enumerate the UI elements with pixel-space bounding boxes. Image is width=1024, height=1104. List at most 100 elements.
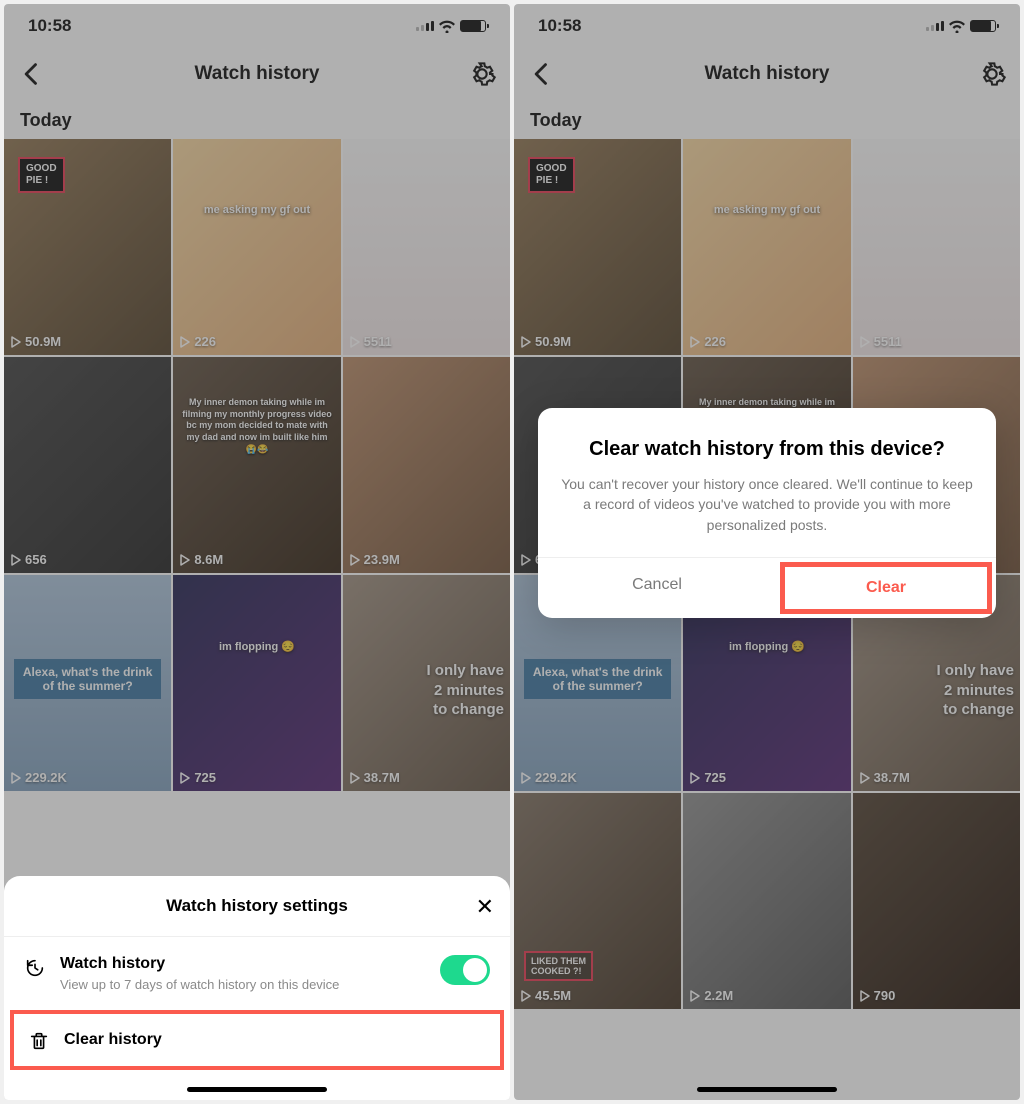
view-count: 790 [859,988,896,1003]
dialog-body-text: You can't recover your history once clea… [560,474,974,535]
page-title: Watch history [705,63,830,85]
video-grid: GOOD PIE !50.9M me asking my gf out 226 551… [4,139,510,791]
play-icon [179,554,191,566]
home-indicator[interactable] [187,1087,327,1092]
clear-history-row[interactable]: Clear history [10,1010,504,1070]
video-tile[interactable]: 23.9M [343,357,510,573]
tile-caption: im flopping 😔 [700,640,834,653]
section-today: Today [4,100,510,139]
home-indicator[interactable] [697,1087,837,1092]
confirm-dialog: Clear watch history from this device? Yo… [538,408,996,618]
tile-badge: GOOD PIE ! [18,157,65,193]
dialog-title: Clear watch history from this device? [560,436,974,462]
status-time: 10:58 [28,16,71,36]
video-tile[interactable]: im flopping 😔 725 [173,575,340,791]
wifi-icon [948,19,966,33]
watch-history-toggle[interactable] [440,955,490,985]
view-count: 2.2M [689,988,733,1003]
video-tile[interactable]: I only have 2 minutes to change 38.7M [343,575,510,791]
video-tile[interactable]: GOOD PIE !50.9M [4,139,171,355]
play-icon [689,990,701,1002]
view-count: 38.7M [859,770,910,785]
video-tile[interactable]: 5511 [853,139,1020,355]
video-tile[interactable]: me asking my gf out 226 [173,139,340,355]
tile-caption: I only have 2 minutes to change [426,661,504,720]
video-tile[interactable]: My inner demon taking while im filming m… [173,357,340,573]
nav-bar: Watch history [4,48,510,100]
play-icon [689,772,701,784]
play-icon [10,336,22,348]
clear-history-label: Clear history [64,1031,162,1049]
play-icon [689,336,701,348]
watch-history-row: Watch history View up to 7 days of watch… [4,937,510,1010]
status-icons [926,19,996,33]
view-count: 725 [179,770,216,785]
view-count: 226 [689,334,726,349]
tile-caption: me asking my gf out [700,204,834,216]
phone-right: 10:58 Watch history Today GOOD PIE ! 50.9… [514,4,1020,1100]
play-icon [349,772,361,784]
video-tile[interactable]: Alexa, what's the drink of the summer? 22… [4,575,171,791]
tile-caption: Alexa, what's the drink of the summer? [524,659,671,699]
settings-bottom-sheet: Watch history settings ✕ Watch history V… [4,876,510,1100]
cancel-button[interactable]: Cancel [538,558,776,618]
clear-button[interactable]: Clear [785,567,987,609]
phone-left: 10:58 Watch history Today GOOD PIE !50.9… [4,4,510,1100]
status-bar: 10:58 [514,4,1020,48]
status-bar: 10:58 [4,4,510,48]
video-tile[interactable]: GOOD PIE ! 50.9M [514,139,681,355]
view-count: 45.5M [520,988,571,1003]
play-icon [859,990,871,1002]
back-icon[interactable] [18,60,46,88]
play-icon [179,772,191,784]
history-icon [24,957,46,979]
video-tile[interactable]: me asking my gf out 226 [683,139,850,355]
battery-icon [970,20,996,32]
clear-button-highlight: Clear [780,562,992,614]
view-count: 229.2K [10,770,67,785]
play-icon [859,336,871,348]
sheet-title: Watch history settings [166,896,348,915]
tile-caption: My inner demon taking while im filming m… [181,397,332,455]
play-icon [10,772,22,784]
tile-caption: Alexa, what's the drink of the summer? [14,659,161,699]
video-tile[interactable]: 790 [853,793,1020,1009]
video-tile[interactable]: 656 [4,357,171,573]
close-icon[interactable]: ✕ [476,894,494,920]
play-icon [520,772,532,784]
view-count: 229.2K [520,770,577,785]
tile-badge: LIKED THEM COOKED ?! [524,951,593,981]
view-count: 50.9M [520,334,571,349]
cellular-icon [926,21,944,31]
play-icon [179,336,191,348]
gear-icon[interactable] [468,60,496,88]
view-count: 38.7M [349,770,400,785]
tile-caption: me asking my gf out [190,204,324,216]
play-icon [349,554,361,566]
view-count: 226 [179,334,216,349]
tile-caption: I only have 2 minutes to change [936,661,1014,720]
trash-icon [28,1030,50,1052]
row-subtitle: View up to 7 days of watch history on th… [60,977,426,992]
video-tile[interactable]: 5511 [343,139,510,355]
row-title: Watch history [60,955,426,973]
play-icon [349,336,361,348]
wifi-icon [438,19,456,33]
nav-bar: Watch history [514,48,1020,100]
video-tile[interactable]: LIKED THEM COOKED ?! 45.5M [514,793,681,1009]
play-icon [520,336,532,348]
gear-icon[interactable] [978,60,1006,88]
tile-badge: GOOD PIE ! [528,157,575,193]
view-count: 5511 [349,334,392,349]
cellular-icon [416,21,434,31]
back-icon[interactable] [528,60,556,88]
section-today: Today [514,100,1020,139]
tile-caption: im flopping 😔 [190,640,324,653]
view-count: 8.6M [179,552,223,567]
battery-icon [460,20,486,32]
view-count: 23.9M [349,552,400,567]
status-icons [416,19,486,33]
video-tile[interactable]: 2.2M [683,793,850,1009]
view-count: 5511 [859,334,902,349]
play-icon [520,554,532,566]
